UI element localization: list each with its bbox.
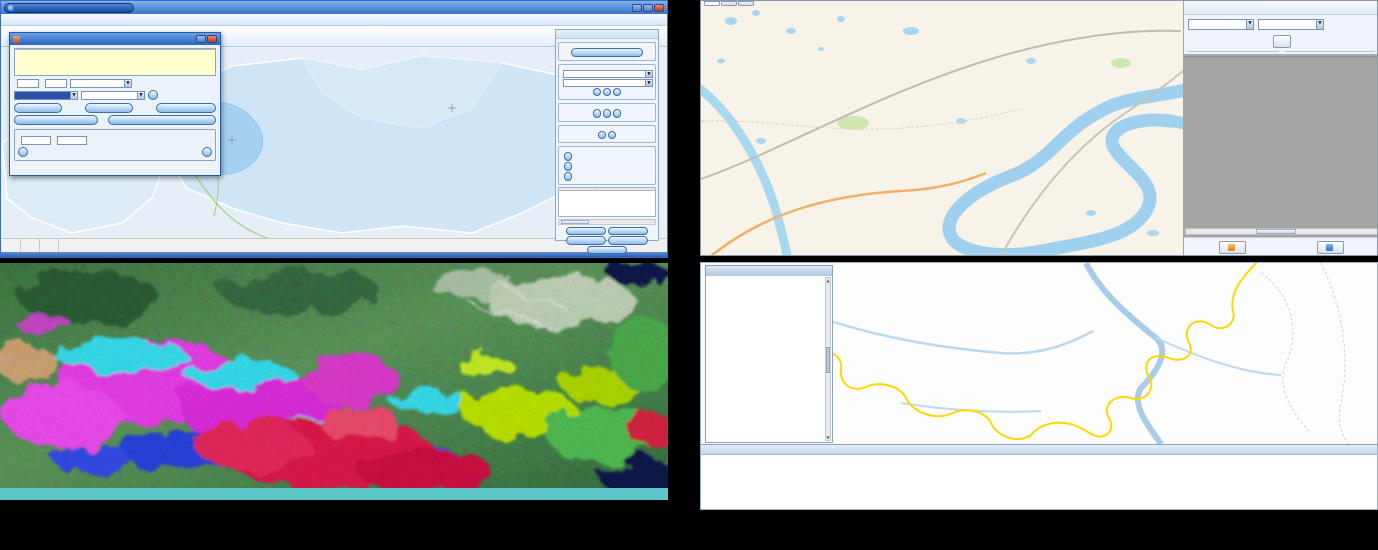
panel-toolbar xyxy=(1184,1,1378,15)
status-x-coordinate xyxy=(40,239,59,252)
file-view-button[interactable] xyxy=(1219,241,1246,254)
impact-input[interactable] xyxy=(45,79,67,88)
base-map-button[interactable] xyxy=(564,172,572,181)
warning-zone-list[interactable] xyxy=(558,187,656,217)
layer-settings-group xyxy=(558,42,656,61)
layer-select[interactable]: ▼ xyxy=(70,79,132,88)
modify-impact-button[interactable] xyxy=(156,103,216,113)
results-divider xyxy=(1188,51,1375,52)
warning-zone-group xyxy=(558,146,656,185)
minimize-button[interactable] xyxy=(632,4,642,12)
warning-time-select[interactable]: ▼ xyxy=(563,79,653,87)
fire-factor-dialog: ▼ ▼ ▼ xyxy=(9,32,221,176)
date-from-picker[interactable]: ▼ xyxy=(1188,19,1254,30)
status-y-coordinate xyxy=(59,239,77,252)
status-system-link[interactable] xyxy=(21,239,40,252)
show-button[interactable] xyxy=(593,109,601,118)
output-panel xyxy=(701,444,1377,509)
rs-statusbar xyxy=(0,488,668,500)
close-button[interactable] xyxy=(654,4,664,12)
live-factor-input[interactable] xyxy=(21,136,51,145)
detail-icon xyxy=(1326,244,1333,251)
flood-map-app-window: ▼ ▼ xyxy=(700,0,1378,256)
layer-scrollbar[interactable]: ▲▼ xyxy=(825,277,831,441)
tab-soil-moisture[interactable] xyxy=(738,1,754,6)
delete2-button[interactable] xyxy=(608,227,648,236)
output-panel-title xyxy=(701,445,1377,455)
dialog-close-button[interactable] xyxy=(207,35,217,43)
fire-warning-panel: ▼ ▼ xyxy=(555,29,659,241)
chevron-down-icon[interactable]: ▼ xyxy=(645,71,652,77)
help-button[interactable] xyxy=(587,246,627,255)
remote-sensing-window xyxy=(0,263,668,500)
export-button[interactable] xyxy=(608,236,648,245)
live-fire-group xyxy=(558,103,656,122)
service-layer-button[interactable] xyxy=(571,48,643,57)
zone-delete-button[interactable] xyxy=(564,162,572,171)
station-plot-button[interactable] xyxy=(598,131,606,140)
make-map-button[interactable] xyxy=(603,88,611,97)
chevron-down-icon[interactable]: ▼ xyxy=(645,80,652,86)
map-tabbar xyxy=(704,1,754,6)
app-globe-icon xyxy=(8,5,14,11)
factor-index-input[interactable] xyxy=(17,79,39,88)
grid-plot-button[interactable] xyxy=(608,131,616,140)
file-icon xyxy=(1228,244,1235,251)
make-map2-button[interactable] xyxy=(603,109,611,118)
overlay-params-button[interactable] xyxy=(108,115,216,125)
analyze-button[interactable] xyxy=(593,88,601,97)
tab-daily-rain[interactable] xyxy=(721,1,737,6)
panel-horizontal-scrollbar[interactable] xyxy=(558,219,656,225)
warning-analysis-group: ▼ ▼ xyxy=(558,64,656,101)
date-to-picker[interactable]: ▼ xyxy=(1258,19,1324,30)
flood-warning-panel: ▼ ▼ xyxy=(1183,1,1378,256)
fire-window-title xyxy=(4,3,134,13)
dialog-icon xyxy=(13,36,20,43)
tab-map-window[interactable] xyxy=(704,1,720,6)
change-button[interactable] xyxy=(566,236,606,245)
factor-map2-button[interactable] xyxy=(613,109,621,118)
date-filter-row: ▼ ▼ xyxy=(1184,15,1378,32)
panel-footer xyxy=(1184,237,1378,256)
make-warning-map-button[interactable] xyxy=(18,147,28,157)
chevron-down-icon[interactable]: ▼ xyxy=(1246,20,1253,29)
detail-view-button[interactable] xyxy=(1317,241,1344,254)
waterlogging-app-window: ▲▼ xyxy=(700,262,1378,510)
buffer-params-button[interactable] xyxy=(148,90,158,100)
fire-titlebar xyxy=(1,1,667,14)
chevron-down-icon[interactable]: ▼ xyxy=(70,92,77,99)
weight-settings-group xyxy=(14,129,216,161)
caption-waterlogging xyxy=(700,511,1378,550)
chevron-down-icon[interactable]: ▼ xyxy=(124,80,131,87)
fire-menubar xyxy=(1,14,667,26)
chevron-down-icon[interactable]: ▼ xyxy=(137,92,144,99)
remote-sensing-image[interactable] xyxy=(0,263,668,488)
weather-info-group xyxy=(558,125,656,144)
impact-layer-select[interactable]: ▼ xyxy=(14,91,78,100)
compute-grid-button[interactable] xyxy=(14,115,98,125)
delete-button[interactable] xyxy=(85,103,133,113)
chevron-down-icon[interactable]: ▼ xyxy=(1316,20,1323,29)
dialog-titlebar[interactable] xyxy=(10,33,220,45)
service-params-button[interactable] xyxy=(202,147,212,157)
query-button[interactable] xyxy=(1273,35,1291,48)
add-button[interactable] xyxy=(14,103,62,113)
factor-table[interactable] xyxy=(14,48,216,76)
warning-date-select[interactable]: ▼ xyxy=(563,70,653,78)
maximize-button[interactable] xyxy=(643,4,653,12)
caption-forest-fire xyxy=(0,511,668,550)
forecast-factor-input[interactable] xyxy=(57,136,87,145)
status-ready xyxy=(2,239,21,252)
results-horizontal-scrollbar[interactable] xyxy=(1185,228,1378,235)
start-button[interactable] xyxy=(566,227,606,236)
forest-fire-app-window: ▼ ▼ ▼ xyxy=(0,0,668,258)
factor-map-button[interactable] xyxy=(613,88,621,97)
field-select[interactable]: ▼ xyxy=(81,91,145,100)
forest-zone-map-button[interactable] xyxy=(564,152,572,161)
flood-map-canvas[interactable] xyxy=(701,1,1183,256)
results-empty-area xyxy=(1184,56,1378,237)
layer-panel: ▲▼ xyxy=(705,265,833,443)
dialog-minimize-button[interactable] xyxy=(196,35,206,43)
